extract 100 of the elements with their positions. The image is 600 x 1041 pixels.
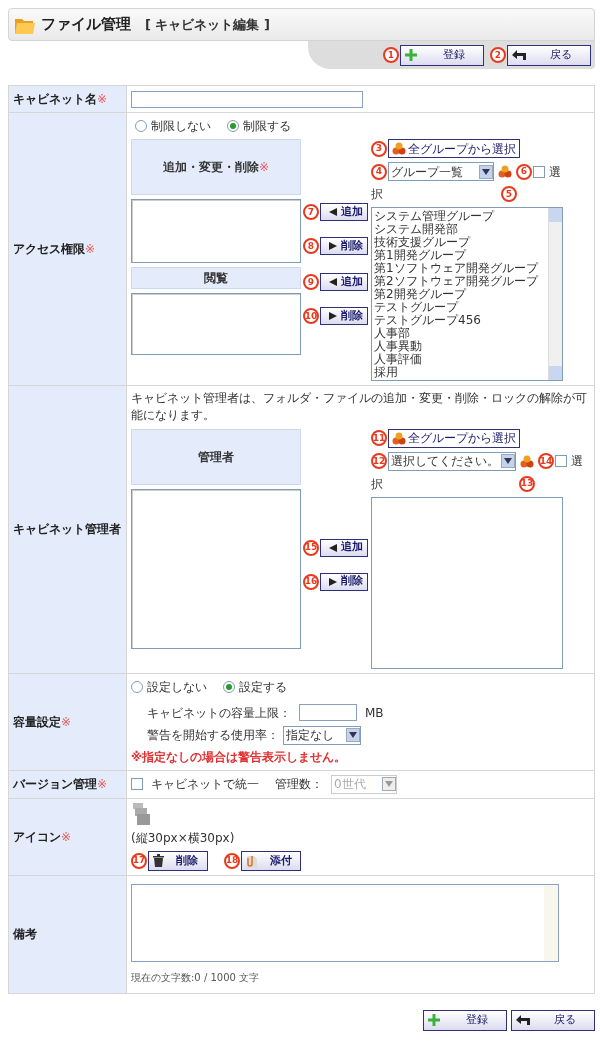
left-arrow-icon <box>329 278 337 286</box>
left-arrow-icon <box>329 208 337 216</box>
list-header: 追加・変更・削除※ <box>131 139 301 195</box>
select-all-groups-button[interactable]: 全グループから選択 <box>388 428 520 448</box>
label-text: 択 <box>371 186 383 203</box>
callout-marker: 3 <box>371 140 387 157</box>
back-button[interactable]: 戻る <box>511 1009 595 1031</box>
callout-marker: 11 <box>371 430 387 446</box>
register-button[interactable]: 登録 <box>423 1009 507 1031</box>
attach-button[interactable]: 添付 <box>241 850 301 871</box>
list-item[interactable]: 第2開発グループ <box>374 288 546 301</box>
callout-marker: 2 <box>490 47 506 63</box>
caret-icon <box>385 781 393 788</box>
remove-button[interactable]: 削除 <box>320 237 368 255</box>
callout-marker: 9 <box>303 274 319 290</box>
list-item[interactable]: 人事異動 <box>374 340 546 353</box>
page-subtitle: [ キャビネット編集 ] <box>145 15 270 34</box>
list-item[interactable]: テストグループ <box>374 301 546 314</box>
callout-marker: 17 <box>131 852 147 869</box>
checkbox[interactable]: 選 <box>533 162 561 181</box>
delete-button[interactable]: 削除 <box>148 850 208 871</box>
list-item[interactable]: テストグループ456 <box>374 314 546 327</box>
field-label: アイコン※ <box>8 798 127 876</box>
remove-button[interactable]: 削除 <box>320 307 368 325</box>
dropdown[interactable]: 指定なし <box>283 725 361 745</box>
size-note-text: (縦30px×横30px) <box>131 829 236 847</box>
radio-button[interactable]: 設定しない <box>131 677 207 696</box>
group-icon <box>392 142 406 155</box>
radio-button[interactable]: 設定する <box>223 677 287 696</box>
back-button[interactable]: 戻る <box>507 44 591 66</box>
group-icon <box>498 165 512 178</box>
select-all-groups-button[interactable]: 全グループから選択 <box>388 139 520 158</box>
radio-button[interactable]: 制限しない <box>135 117 211 135</box>
right-arrow-icon <box>329 312 337 320</box>
checkbox[interactable]: キャビネットで統一 <box>131 775 259 794</box>
list-item[interactable]: 人事部 <box>374 327 546 340</box>
character-count-text: 現在の文字数:0 / 1000 文字 <box>131 970 261 985</box>
field-label: バージョン管理※ <box>8 770 127 799</box>
list-item[interactable]: システム開発部 <box>374 223 546 236</box>
callout-marker: 10 <box>303 308 319 324</box>
list-item[interactable]: 人事評価 <box>374 353 546 366</box>
list-item[interactable]: 採用 <box>374 366 546 379</box>
remove-button[interactable]: 削除 <box>320 572 368 591</box>
list-item[interactable]: 第1開発グループ <box>374 249 546 262</box>
trash-icon <box>153 854 164 868</box>
add-button[interactable]: 追加 <box>320 203 368 221</box>
callout-marker: 1 <box>383 47 399 63</box>
callout-marker: 8 <box>303 238 319 254</box>
group-list[interactable] <box>371 496 563 669</box>
plus-icon <box>428 1014 440 1027</box>
radio-button[interactable]: 制限する <box>227 117 291 135</box>
plus-icon <box>405 49 417 61</box>
text-field[interactable] <box>131 90 363 108</box>
back-arrow-icon <box>512 50 526 60</box>
list-box[interactable] <box>131 293 301 355</box>
dropdown[interactable]: 選択してください。 <box>388 451 516 471</box>
list-header: 閲覧 <box>131 267 301 289</box>
unit-text: MB <box>365 704 384 722</box>
left-arrow-icon <box>329 543 337 552</box>
warning-text: ※指定なしの場合は警告表示しません。 <box>131 748 348 766</box>
callout-marker: 13 <box>519 475 535 492</box>
list-box[interactable] <box>131 488 301 649</box>
list-header: 管理者 <box>131 428 301 485</box>
list-item[interactable]: 第2ソフトウェア開発グループ <box>374 275 546 288</box>
field-label-text: 警告を開始する使用率： <box>147 727 279 744</box>
group-list[interactable]: システム管理グループ システム開発部 技術支援グループ 第1開発グループ 第1ソフトウェア開発グループ 第2ソフトウェア開発グループ 第2開発グループ テストグループ テストグループ456 人事部 人事異動 人事評価 採用 <box>371 207 563 381</box>
caret-icon <box>504 458 512 464</box>
register-button[interactable]: 登録 <box>400 44 484 66</box>
right-arrow-icon <box>329 577 337 586</box>
callout-marker: 16 <box>303 573 319 590</box>
checkbox[interactable]: 選 <box>555 452 583 470</box>
callout-marker: 12 <box>371 453 387 469</box>
dropdown[interactable]: グループ一覧 <box>388 162 494 181</box>
callout-marker: 18 <box>224 852 240 869</box>
callout-marker: 5 <box>501 186 517 202</box>
field-label-text: 管理数： <box>275 776 323 794</box>
list-item[interactable]: システム管理グループ <box>374 210 546 223</box>
description-text: キャビネット管理者は、フォルダ・ファイルの追加・変更・削除・ロックの解除が可能になります。 <box>131 390 588 425</box>
callout-marker: 6 <box>516 163 532 180</box>
cabinet-icon <box>131 802 151 825</box>
list-box[interactable] <box>131 199 301 263</box>
capacity-field[interactable] <box>299 704 357 721</box>
paperclip-icon <box>246 853 258 868</box>
field-label: キャビネット名※ <box>8 85 127 113</box>
field-label-text: キャビネットの容量上限： <box>147 704 291 722</box>
field-label: キャビネット管理者 <box>8 385 127 673</box>
callout-marker: 15 <box>303 539 319 556</box>
list-item[interactable]: 第1ソフトウェア開発グループ <box>374 262 546 275</box>
field-label: 容量設定※ <box>8 673 127 771</box>
text-area[interactable] <box>131 883 559 962</box>
add-button[interactable]: 追加 <box>320 273 368 291</box>
page-title: ファイル管理 <box>41 14 131 36</box>
list-item[interactable]: 技術支援グループ <box>374 236 546 249</box>
callout-marker: 7 <box>303 204 319 220</box>
field-label: 備考 <box>8 875 127 994</box>
right-arrow-icon <box>329 242 337 250</box>
caret-icon <box>349 732 357 738</box>
group-icon <box>392 431 406 445</box>
field-label: アクセス権限※ <box>8 112 127 386</box>
add-button[interactable]: 追加 <box>320 538 368 557</box>
